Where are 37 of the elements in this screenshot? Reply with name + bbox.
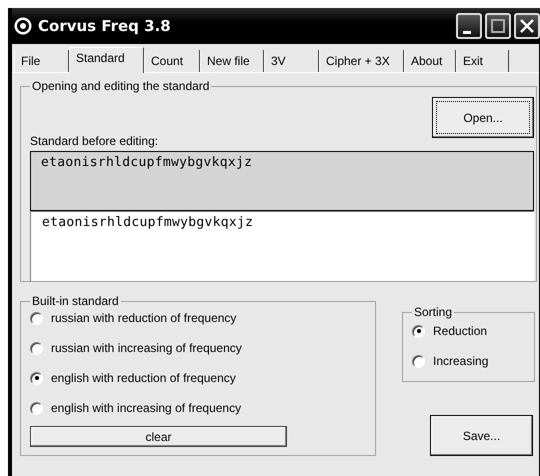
minimize-button[interactable] bbox=[456, 13, 482, 39]
tab[interactable]: About bbox=[404, 50, 456, 72]
maximize-icon bbox=[491, 19, 505, 33]
tab[interactable]: Exit bbox=[456, 50, 509, 72]
maximize-button[interactable] bbox=[485, 13, 511, 39]
minimize-icon bbox=[463, 30, 471, 34]
radio-button[interactable] bbox=[412, 324, 425, 338]
group-title: Built-in standard bbox=[31, 294, 120, 308]
radio-label[interactable]: russian with increasing of frequency bbox=[51, 341, 242, 355]
radio-button[interactable] bbox=[30, 312, 43, 324]
save-button[interactable]: Save... bbox=[430, 415, 533, 456]
group-title: Sorting bbox=[413, 305, 454, 319]
radio-button[interactable] bbox=[30, 372, 43, 384]
radio-button[interactable] bbox=[412, 354, 425, 368]
tab[interactable]: Count bbox=[144, 50, 200, 72]
close-icon bbox=[520, 19, 534, 33]
radio-label[interactable]: Increasing bbox=[433, 354, 488, 368]
tab[interactable]: 3V bbox=[264, 50, 319, 72]
radio-label[interactable]: english with increasing of frequency bbox=[51, 401, 242, 415]
clear-button[interactable]: clear bbox=[30, 426, 287, 447]
tab[interactable]: File bbox=[14, 50, 69, 72]
window-title: Corvus Freq 3.8 bbox=[38, 17, 172, 35]
radio-button[interactable] bbox=[30, 342, 43, 354]
tab[interactable]: New file bbox=[200, 50, 264, 72]
standard-before-field: etaonisrhldcupfmwybgvkqxjz bbox=[30, 151, 534, 211]
logo-icon bbox=[14, 17, 32, 35]
group-title: Opening and editing the standard bbox=[31, 79, 210, 93]
radio-label[interactable]: Reduction bbox=[433, 324, 488, 338]
radio-label[interactable]: english with reduction of frequency bbox=[51, 371, 236, 385]
radio-button[interactable] bbox=[30, 402, 43, 414]
tab[interactable]: Standard bbox=[69, 47, 144, 73]
radio-label[interactable]: russian with reduction of frequency bbox=[51, 311, 236, 325]
field-label: Standard before editing: bbox=[30, 134, 160, 148]
open-button[interactable]: Open... bbox=[432, 97, 534, 138]
standard-edit-field[interactable]: etaonisrhldcupfmwybgvkqxjz bbox=[30, 211, 534, 281]
close-button[interactable] bbox=[514, 13, 540, 39]
tab[interactable]: Cipher + 3X bbox=[319, 50, 404, 72]
